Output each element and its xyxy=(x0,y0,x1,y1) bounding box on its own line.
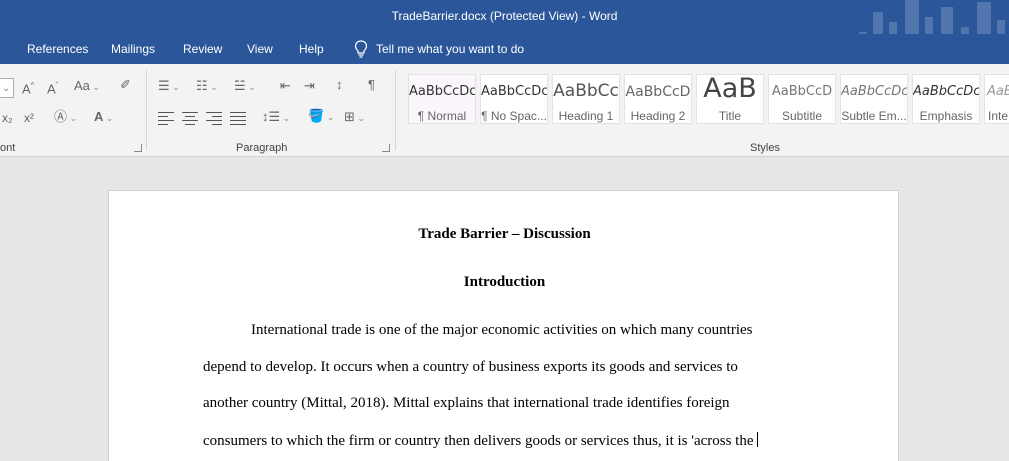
numbering-icon[interactable]: ☷ ⌄ xyxy=(196,78,218,95)
style-preview: AaBbCcD xyxy=(771,84,833,99)
text-cursor xyxy=(756,432,758,447)
bullets-icon[interactable]: ☰ ⌄ xyxy=(158,78,180,95)
ribbon: ⌄ A^ Aˇ Aa ⌄ ✐ x₂ x² Ⓐ ⌄ A ⌄ ont ☰ ⌄ ☷ ⌄… xyxy=(0,64,1009,157)
shrink-font-icon[interactable]: Aˇ xyxy=(47,78,58,97)
tab-references[interactable]: References xyxy=(27,42,88,56)
group-separator xyxy=(395,70,396,150)
sort-icon[interactable]: ↕ xyxy=(336,77,343,93)
line-spacing-icon[interactable]: ↕☰ ⌄ xyxy=(262,109,290,126)
subscript-icon[interactable]: x₂ xyxy=(2,110,13,126)
style-name: Heading 1 xyxy=(558,109,614,123)
change-case-icon[interactable]: Aa ⌄ xyxy=(74,78,100,95)
style-normal[interactable]: AaBbCcDc ¶ Normal xyxy=(408,74,476,124)
document-canvas: Trade Barrier – Discussion Introduction … xyxy=(0,157,1009,461)
style-no-spacing[interactable]: AaBbCcDc ¶ No Spac... xyxy=(480,74,548,124)
style-intense-emphasis[interactable]: AaBl Inte xyxy=(984,74,1009,124)
tell-me-label: Tell me what you want to do xyxy=(376,42,525,56)
paragraph-line: depend to develop. It occurs when a coun… xyxy=(203,359,738,375)
style-subtle-emphasis[interactable]: AaBbCcDc Subtle Em... xyxy=(840,74,908,124)
shading-icon[interactable]: 🪣 ⌄ xyxy=(308,108,334,125)
style-name: ¶ Normal xyxy=(417,109,467,123)
paragraph-line: another country (Mittal, 2018). Mittal e… xyxy=(203,395,730,411)
document-title: Trade Barrier – Discussion xyxy=(418,226,591,242)
document-page[interactable]: Trade Barrier – Discussion Introduction … xyxy=(108,190,899,461)
style-subtitle[interactable]: AaBbCcD Subtitle xyxy=(768,74,836,124)
paragraph-line-with-cursor: consumers to which the firm or country t… xyxy=(203,432,758,450)
style-preview: AaBbCcDc xyxy=(409,84,475,99)
ribbon-tabs: References Mailings Review View Help Tel… xyxy=(0,34,1009,64)
style-preview: AaBl xyxy=(987,84,1009,99)
section-heading: Introduction xyxy=(463,274,546,290)
title-bar: TradeBarrier.docx (Protected View) - Wor… xyxy=(0,0,1009,62)
justify-icon[interactable] xyxy=(230,112,246,126)
paragraph-line: consumers to which the firm or country t… xyxy=(203,433,754,449)
tab-view[interactable]: View xyxy=(247,42,273,56)
align-center-icon[interactable] xyxy=(182,112,198,126)
text-effects-icon[interactable]: Ⓐ ⌄ xyxy=(54,109,77,126)
borders-icon[interactable]: ⊞ ⌄ xyxy=(344,109,365,126)
clear-formatting-icon[interactable]: ✐ xyxy=(120,77,131,93)
style-preview: AaBbCc xyxy=(553,81,619,101)
style-name: ¶ No Spac... xyxy=(481,109,547,123)
tell-me-search[interactable]: Tell me what you want to do xyxy=(354,40,524,58)
decrease-indent-icon[interactable]: ⇤ xyxy=(280,78,291,94)
style-heading-1[interactable]: AaBbCc Heading 1 xyxy=(552,74,620,124)
align-left-icon[interactable] xyxy=(158,112,174,126)
pilcrow-icon[interactable]: ¶ xyxy=(368,77,375,93)
style-title[interactable]: AaB Title xyxy=(696,73,764,124)
superscript-icon[interactable]: x² xyxy=(24,110,34,126)
style-preview: AaBbCcDc xyxy=(913,84,979,99)
font-dialog-launcher[interactable] xyxy=(134,144,142,152)
grow-font-icon[interactable]: A^ xyxy=(22,78,34,97)
tab-review[interactable]: Review xyxy=(183,42,222,56)
lightbulb-icon xyxy=(354,40,368,58)
paragraph-line: International trade is one of the major … xyxy=(251,322,753,338)
style-name: Inte xyxy=(988,109,1009,123)
increase-indent-icon[interactable]: ⇥ xyxy=(304,78,315,94)
style-name: Subtitle xyxy=(781,109,823,123)
style-name: Title xyxy=(718,109,742,123)
styles-group-label: Styles xyxy=(750,142,780,154)
style-preview: AaBbCcDc xyxy=(841,84,907,99)
paragraph-group-label: Paragraph xyxy=(236,142,288,154)
align-right-icon[interactable] xyxy=(206,112,222,126)
style-name: Emphasis xyxy=(919,109,973,123)
font-color-icon[interactable]: A ⌄ xyxy=(94,109,113,126)
font-size-dropdown[interactable]: ⌄ xyxy=(0,78,14,98)
style-emphasis[interactable]: AaBbCcDc Emphasis xyxy=(912,74,980,124)
style-heading-2[interactable]: AaBbCcD Heading 2 xyxy=(624,74,692,124)
tab-help[interactable]: Help xyxy=(299,42,324,56)
font-group-label: ont xyxy=(0,142,16,154)
style-preview: AaBbCcDc xyxy=(481,84,547,99)
tab-mailings[interactable]: Mailings xyxy=(111,42,155,56)
multilevel-list-icon[interactable]: ☱ ⌄ xyxy=(234,78,256,95)
style-preview: AaB xyxy=(703,73,757,104)
style-name: Subtle Em... xyxy=(841,109,907,123)
style-preview: AaBbCcD xyxy=(625,84,691,100)
style-name: Heading 2 xyxy=(630,109,686,123)
paragraph-dialog-launcher[interactable] xyxy=(382,144,390,152)
group-separator xyxy=(146,70,147,150)
chevron-down-icon: ⌄ xyxy=(2,83,11,94)
